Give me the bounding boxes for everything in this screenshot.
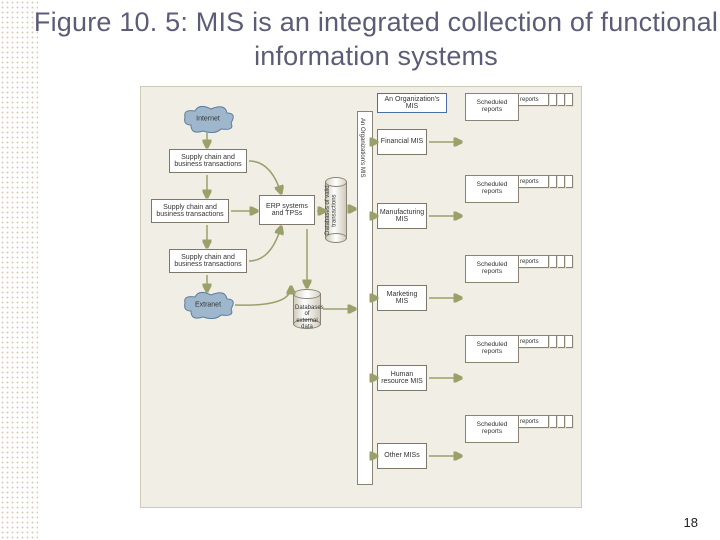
page-number: 18	[684, 515, 698, 530]
figure-title: Figure 10. 5: MIS is an integrated colle…	[32, 6, 720, 74]
dotted-margin	[0, 0, 38, 540]
flow-arrows	[141, 87, 581, 507]
diagram-stage: Internet Supply chain and business trans…	[140, 86, 582, 508]
